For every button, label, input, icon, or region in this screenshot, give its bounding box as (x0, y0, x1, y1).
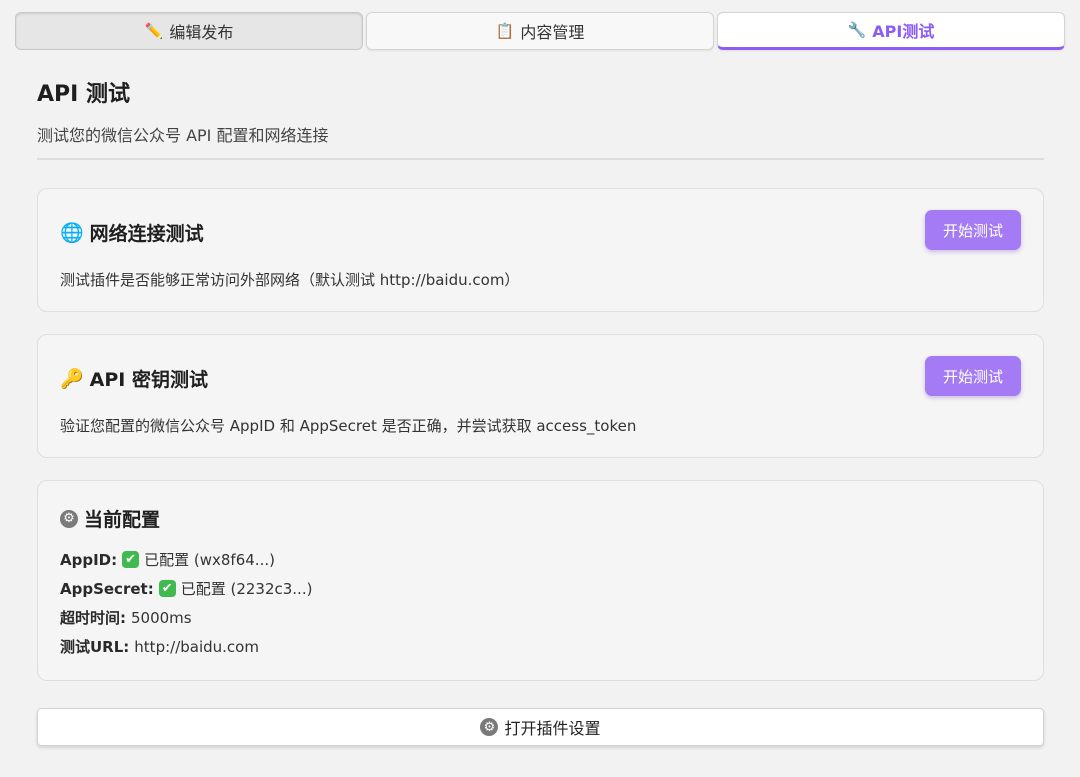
config-key: AppSecret: (60, 579, 154, 598)
tab-label: API测试 (872, 22, 935, 41)
page-title: API 测试 (37, 82, 130, 107)
config-value: 已配置 (2232c3...) (180, 580, 313, 598)
api-key-test-description: 验证您配置的微信公众号 AppID 和 AppSecret 是否正确，并尝试获取… (60, 417, 637, 435)
config-value: http://baidu.com (134, 637, 259, 656)
open-plugin-settings-button[interactable]: ⚙ 打开插件设置 (37, 708, 1044, 746)
page-header: API 测试 测试您的微信公众号 API 配置和网络连接 (37, 76, 1044, 146)
config-key: AppID: (60, 550, 118, 569)
config-row-timeout: 超时时间: 5000ms (60, 607, 192, 628)
gear-icon: ⚙ (60, 509, 78, 528)
page-subtitle: 测试您的微信公众号 API 配置和网络连接 (37, 126, 329, 145)
card-title-text: 当前配置 (84, 509, 161, 531)
pencil-icon: ✏️ (144, 22, 164, 40)
tab-content-management[interactable]: 📋 内容管理 (366, 12, 714, 50)
gear-icon: ⚙ (480, 718, 499, 736)
check-icon: ✔ (158, 580, 176, 597)
card-title-text: API 密钥测试 (89, 369, 208, 391)
open-settings-label: 打开插件设置 (504, 719, 601, 738)
api-key-test-start-button[interactable]: 开始测试 (925, 356, 1021, 396)
config-row-test-url: 测试URL: http://baidu.com (60, 636, 259, 657)
card-title-text: 网络连接测试 (89, 223, 204, 245)
config-value: 已配置 (wx8f64...) (144, 551, 275, 569)
wrench-icon: 🔧 (847, 21, 867, 39)
globe-icon: 🌐 (60, 222, 84, 244)
current-config-card: ⚙ 当前配置 AppID: ✔ 已配置 (wx8f64...) AppSecre… (37, 480, 1044, 681)
tab-label: 内容管理 (520, 23, 585, 42)
network-test-description: 测试插件是否能够正常访问外部网络（默认测试 http://baidu.com） (60, 271, 520, 289)
divider (37, 158, 1044, 160)
network-test-card: 🌐 网络连接测试 开始测试 测试插件是否能够正常访问外部网络（默认测试 http… (37, 188, 1044, 312)
tab-label: 编辑发布 (169, 23, 234, 42)
config-key: 测试URL: (60, 638, 130, 656)
check-icon: ✔ (122, 551, 140, 568)
current-config-title: ⚙ 当前配置 (60, 505, 160, 532)
api-key-test-card: 🔑 API 密钥测试 开始测试 验证您配置的微信公众号 AppID 和 AppS… (37, 334, 1044, 458)
config-row-appsecret: AppSecret: ✔ 已配置 (2232c3...) (60, 578, 312, 599)
network-test-start-button[interactable]: 开始测试 (925, 210, 1021, 250)
api-key-test-title: 🔑 API 密钥测试 (60, 365, 208, 392)
tab-api-test[interactable]: 🔧 API测试 (717, 12, 1065, 50)
tab-bar: ✏️ 编辑发布 📋 内容管理 🔧 API测试 (15, 12, 1065, 50)
config-key: 超时时间: (60, 609, 126, 627)
config-row-appid: AppID: ✔ 已配置 (wx8f64...) (60, 549, 275, 570)
network-test-title: 🌐 网络连接测试 (60, 219, 204, 246)
key-icon: 🔑 (60, 368, 84, 390)
config-value: 5000ms (131, 608, 192, 627)
tab-edit-publish[interactable]: ✏️ 编辑发布 (15, 12, 363, 50)
clipboard-icon: 📋 (495, 22, 515, 40)
